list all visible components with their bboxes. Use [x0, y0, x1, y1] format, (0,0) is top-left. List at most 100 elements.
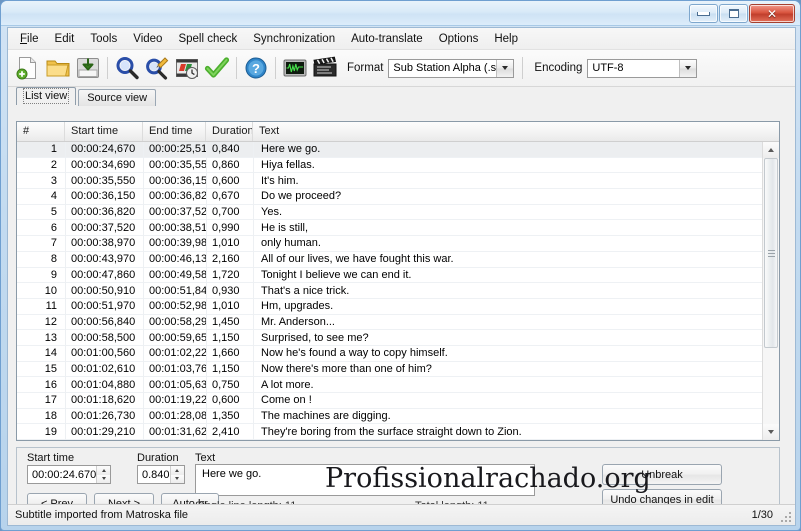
cell-start-time: 00:01:26,730 [71, 410, 136, 423]
cell-text: A lot more. [261, 378, 314, 391]
table-row[interactable]: 16 00:01:04,880 00:01:05,630 0,750 A lot mor… [17, 377, 779, 393]
column-header-duration[interactable]: Duration [206, 122, 253, 141]
table-row[interactable]: 3 00:00:35,550 00:00:36,150 0,600 It's him. [17, 173, 779, 190]
cell-duration: 0,990 [212, 221, 240, 234]
cell-duration: 1,720 [212, 268, 240, 281]
new-subtitle-button[interactable] [13, 53, 43, 83]
grid-body[interactable]: 1 00:00:24,670 00:00:25,510 0,840 Here we go… [17, 142, 779, 440]
table-row[interactable]: 17 00:01:18,620 00:01:19,220 0,600 Come on ! [17, 393, 779, 409]
cell-end-time: 00:00:25,510 [149, 143, 206, 156]
tab-source-view[interactable]: Source view [78, 89, 157, 106]
table-row[interactable]: 5 00:00:36,820 00:00:37,520 0,700 Yes. [17, 205, 779, 221]
cell-start-time: 00:00:35,550 [71, 174, 136, 187]
cell-duration: 0,860 [212, 159, 240, 172]
column-header-start-time[interactable]: Start time [65, 122, 143, 141]
format-select[interactable]: Sub Station Alpha (.ssa) [388, 58, 515, 78]
visual-sync-button[interactable] [172, 53, 202, 83]
cell-start-time: 00:00:50,910 [71, 284, 136, 297]
table-row[interactable]: 1 00:00:24,670 00:00:25,510 0,840 Here we go… [17, 142, 779, 158]
find-button[interactable] [112, 53, 142, 83]
menu-item-options[interactable]: Options [431, 30, 487, 48]
cell-number: 12 [44, 315, 57, 328]
encoding-select[interactable]: UTF-8 [587, 58, 698, 78]
unbreak-button[interactable]: Unbreak [602, 464, 722, 485]
column-header-number[interactable]: # [17, 122, 65, 141]
cell-duration: 1,010 [212, 237, 240, 250]
menu-item-file[interactable]: File [12, 30, 47, 48]
waveform-toggle-button[interactable] [280, 53, 310, 83]
cell-number: 8 [50, 253, 57, 266]
cell-duration: 0,600 [212, 394, 240, 407]
table-row[interactable]: 15 00:01:02,610 00:01:03,760 1,150 Now there… [17, 362, 779, 378]
scroll-up-button[interactable] [763, 142, 779, 158]
chevron-down-icon-encoding[interactable] [679, 59, 697, 77]
scrollbar-thumb[interactable] [764, 158, 778, 348]
table-row[interactable]: 19 00:01:29,210 00:01:31,620 2,410 They're b… [17, 424, 779, 440]
menu-item-spell-check[interactable]: Spell check [170, 30, 245, 48]
table-row[interactable]: 10 00:00:50,910 00:00:51,840 0,930 That's a … [17, 283, 779, 299]
table-row[interactable]: 2 00:00:34,690 00:00:35,550 0,860 Hiya fella… [17, 158, 779, 174]
subtitle-grid[interactable]: # Start time End time Duration Text 1 00:… [16, 121, 780, 441]
menu-item-auto-translate[interactable]: Auto-translate [343, 30, 431, 48]
duration-stepper[interactable] [169, 466, 184, 483]
encoding-label: Encoding [534, 62, 583, 74]
duration-label: Duration [137, 452, 179, 464]
duration-step-up[interactable] [170, 466, 184, 475]
start-time-input[interactable]: 00:00:24.670 [27, 465, 111, 484]
table-row[interactable]: 13 00:00:58,500 00:00:59,650 1,150 Surprised… [17, 330, 779, 346]
cell-duration: 0,670 [212, 190, 240, 203]
toolbar-separator [107, 57, 108, 79]
subtitle-text-input[interactable]: Here we go. [195, 464, 535, 496]
cell-start-time: 00:00:34,690 [71, 159, 136, 172]
table-row[interactable]: 9 00:00:47,860 00:00:49,580 1,720 Tonight I … [17, 268, 779, 284]
cell-number: 1 [50, 143, 57, 156]
menu-item-edit[interactable]: Edit [47, 30, 83, 48]
table-row[interactable]: 8 00:00:43,970 00:00:46,130 2,160 All of our… [17, 252, 779, 268]
table-row[interactable]: 4 00:00:36,150 00:00:36,820 0,670 Do we proc… [17, 189, 779, 205]
maximize-icon [728, 9, 739, 18]
fix-errors-button[interactable] [202, 53, 232, 83]
resize-grip-icon[interactable] [779, 510, 791, 522]
save-button[interactable] [73, 53, 103, 83]
minimize-button[interactable] [689, 4, 718, 23]
tab-list-view[interactable]: List view [16, 87, 77, 105]
table-row[interactable]: 18 00:01:26,730 00:01:28,080 1,350 The machi… [17, 409, 779, 425]
cell-start-time: 00:01:18,620 [71, 394, 136, 407]
cell-text: Come on ! [261, 394, 312, 407]
start-time-step-up[interactable] [97, 466, 110, 475]
video-toggle-button[interactable] [310, 53, 340, 83]
help-button[interactable]: ? [241, 53, 271, 83]
start-time-step-down[interactable] [97, 474, 110, 483]
maximize-button[interactable] [719, 4, 748, 23]
replace-button[interactable] [142, 53, 172, 83]
open-file-button[interactable] [43, 53, 73, 83]
table-row[interactable]: 11 00:00:51,970 00:00:52,980 1,010 Hm, upgra… [17, 299, 779, 315]
menu-item-tools[interactable]: Tools [82, 30, 125, 48]
cell-end-time: 00:00:39,980 [149, 237, 206, 250]
cell-start-time: 00:00:36,820 [71, 206, 136, 219]
cell-number: 16 [44, 378, 57, 391]
close-button[interactable]: ✕ [749, 4, 795, 23]
grid-vertical-scrollbar[interactable] [762, 142, 779, 440]
duration-input[interactable]: 0.840 [137, 465, 185, 484]
cell-number: 11 [45, 300, 57, 313]
menu-item-video[interactable]: Video [125, 30, 170, 48]
status-counter: 1/30 [751, 509, 773, 521]
start-time-stepper[interactable] [96, 466, 110, 483]
cell-end-time: 00:00:36,150 [149, 174, 206, 187]
table-row[interactable]: 7 00:00:38,970 00:00:39,980 1,010 only human… [17, 236, 779, 252]
column-header-text[interactable]: Text [253, 122, 779, 141]
cell-start-time: 00:00:51,970 [71, 300, 136, 313]
cell-text: They're boring from the surface straight… [261, 425, 522, 438]
menu-item-synchronization[interactable]: Synchronization [245, 30, 343, 48]
duration-step-down[interactable] [170, 474, 184, 483]
table-row[interactable]: 6 00:00:37,520 00:00:38,510 0,990 He is stil… [17, 220, 779, 237]
table-row[interactable]: 14 00:01:00,560 00:01:02,220 1,660 Now he's … [17, 346, 779, 362]
menu-item-help[interactable]: Help [486, 30, 526, 48]
chevron-down-icon[interactable] [496, 59, 514, 77]
table-row[interactable]: 12 00:00:56,840 00:00:58,290 1,450 Mr. Ander… [17, 315, 779, 331]
scroll-down-button[interactable] [763, 424, 779, 440]
open-folder-icon [45, 55, 71, 81]
column-header-end-time[interactable]: End time [143, 122, 206, 141]
menu-accel-file: F [20, 32, 28, 45]
